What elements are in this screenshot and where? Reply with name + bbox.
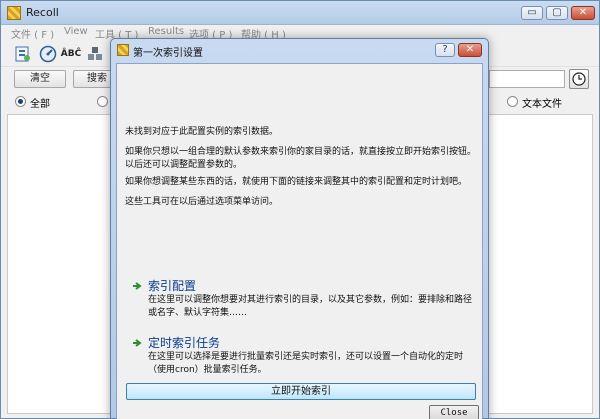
index-config-link[interactable]: 索引配置 [148, 277, 196, 294]
menu-view[interactable]: View [64, 26, 88, 37]
start-indexing-button[interactable]: 立即开始索引 [126, 383, 476, 400]
schedule-index-link[interactable]: 定时索引任务 [148, 334, 220, 351]
schedule-index-description: 在这里可以选择是要进行批量索引还是实时索引，还可以设置一个自动化的定时（使用cr… [148, 352, 464, 375]
close-window-button[interactable]: ✕ [571, 6, 595, 20]
minimize-button[interactable]: ▭ [521, 6, 543, 20]
message-adjust: 如果你想调整某些东西的话，就使用下面的链接来调整其中的索引配置和定时计划吧。 [125, 177, 468, 187]
dialog-close-icon[interactable]: ✕ [458, 43, 482, 57]
clock-icon[interactable] [569, 69, 589, 89]
dialog-body: 未找到对应于此配置实例的索引数据。 如果你只想以一组合理的默认参数来索引你的家目… [116, 63, 483, 419]
recoll-dialog-icon [117, 44, 129, 56]
message-options-menu: 这些工具可在以后通过选项菜单访问。 [125, 197, 279, 207]
help-button[interactable]: ? [435, 43, 455, 57]
menu-results[interactable]: Results [148, 26, 184, 37]
filter-radio-hidden[interactable] [97, 96, 108, 107]
recoll-app-icon [7, 6, 21, 20]
message-default-params: 如果你只想以一组合理的默认参数来索引你的家目录的话，就直接按立即开始索引按钮。以… [125, 147, 477, 170]
right-arrow-icon [133, 339, 142, 347]
close-button[interactable]: Close [429, 405, 479, 419]
index-config-description: 在这里可以调整你想要对其进行索引的目录，以及其它参数，例如：要排除和路径或名字、… [148, 295, 473, 318]
menu-file[interactable]: 文件 ( F ) [11, 26, 54, 41]
update-index-icon[interactable] [38, 44, 58, 64]
spell-icon[interactable]: ÂBĈ [61, 44, 81, 64]
title-bar: Recoll ▭ ▢ ✕ [1, 1, 599, 25]
clear-button[interactable]: 清空 [14, 70, 66, 88]
all-radio[interactable] [15, 96, 26, 107]
window-title: Recoll [26, 6, 59, 19]
message-no-index: 未找到对应于此配置实例的索引数据。 [125, 127, 279, 137]
dialog-title: 第一次索引设置 [133, 48, 203, 59]
text-label: 文本文件 [522, 99, 562, 110]
all-label: 全部 [30, 99, 50, 110]
search-input[interactable] [489, 70, 565, 88]
text-radio[interactable] [507, 96, 518, 107]
query-icon[interactable] [85, 44, 105, 64]
first-index-dialog: 第一次索引设置 ? ✕ 未找到对应于此配置实例的索引数据。 如果你只想以一组合理… [110, 38, 489, 419]
preview-icon[interactable] [13, 44, 33, 64]
maximize-button[interactable]: ▢ [546, 6, 568, 20]
right-arrow-icon [133, 282, 142, 290]
